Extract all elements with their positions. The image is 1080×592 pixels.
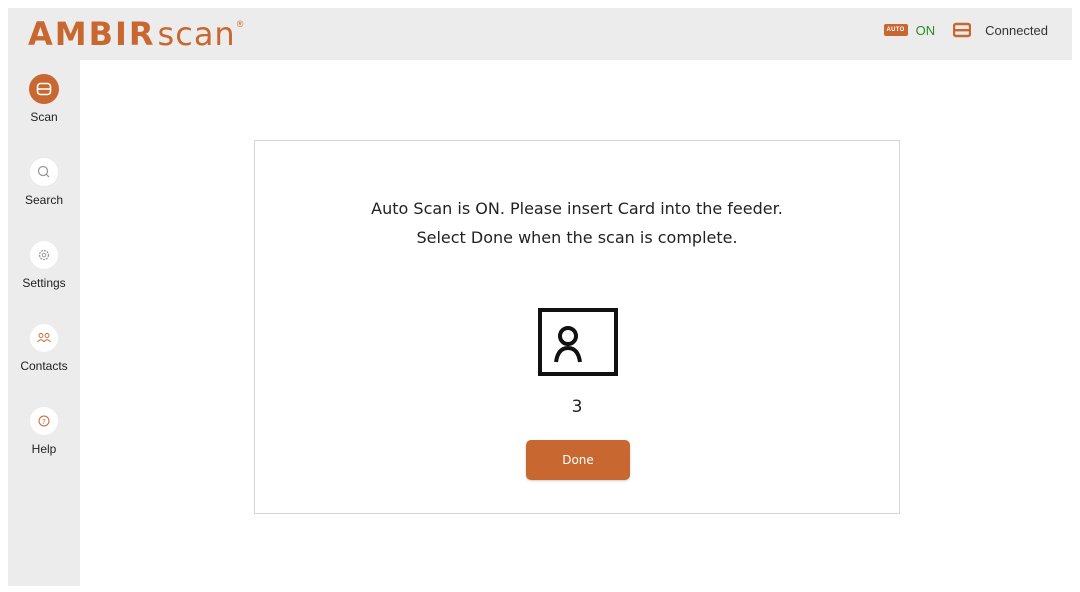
logo-brand-text: AMBIR bbox=[28, 15, 156, 53]
instruction-text-line1: Auto Scan is ON. Please insert Card into… bbox=[371, 199, 783, 218]
logo-registered-mark: ® bbox=[236, 19, 244, 29]
auto-scan-badge[interactable]: AUTO bbox=[883, 24, 908, 36]
sidebar-item-contacts[interactable]: Contacts bbox=[8, 323, 80, 373]
countdown-counter: 3 bbox=[571, 397, 583, 417]
auto-scan-dialog: Auto Scan is ON. Please insert Card into… bbox=[254, 140, 900, 514]
sidebar-item-search[interactable]: Search bbox=[8, 157, 80, 207]
sidebar-item-help[interactable]: ? Help bbox=[8, 406, 80, 456]
sidebar-item-scan[interactable]: Scan bbox=[8, 74, 80, 124]
sidebar-item-label: Help bbox=[31, 442, 57, 456]
logo-product-text: scan bbox=[157, 15, 236, 53]
sidebar: Scan Search Settings Contacts ? Help bbox=[8, 60, 80, 586]
help-icon: ? bbox=[29, 406, 59, 436]
status-area: AUTO ON Connected bbox=[883, 22, 1048, 38]
sidebar-item-label: Contacts bbox=[20, 359, 68, 373]
ambirscan-logo: AMBIR scan ® bbox=[28, 14, 243, 54]
connection-status: Connected bbox=[985, 22, 1048, 38]
gear-icon bbox=[29, 240, 59, 270]
instruction-text-line2: Select Done when the scan is complete. bbox=[416, 228, 738, 247]
scanner-icon bbox=[952, 22, 972, 38]
svg-text:?: ? bbox=[42, 418, 46, 426]
scan-icon bbox=[29, 74, 59, 104]
sidebar-item-label: Scan bbox=[30, 110, 58, 124]
sidebar-item-label: Search bbox=[24, 193, 64, 207]
id-card-icon bbox=[538, 308, 618, 376]
contacts-icon bbox=[29, 323, 59, 353]
app-window: AMBIR scan ® AUTO ON Connected Scan Sear… bbox=[0, 0, 1080, 592]
top-bar: AMBIR scan ® AUTO ON Connected bbox=[8, 8, 1072, 60]
search-icon bbox=[29, 157, 59, 187]
auto-scan-status: ON bbox=[915, 22, 936, 38]
sidebar-item-label: Settings bbox=[22, 276, 66, 290]
sidebar-item-settings[interactable]: Settings bbox=[8, 240, 80, 290]
done-button[interactable]: Done bbox=[526, 440, 630, 480]
